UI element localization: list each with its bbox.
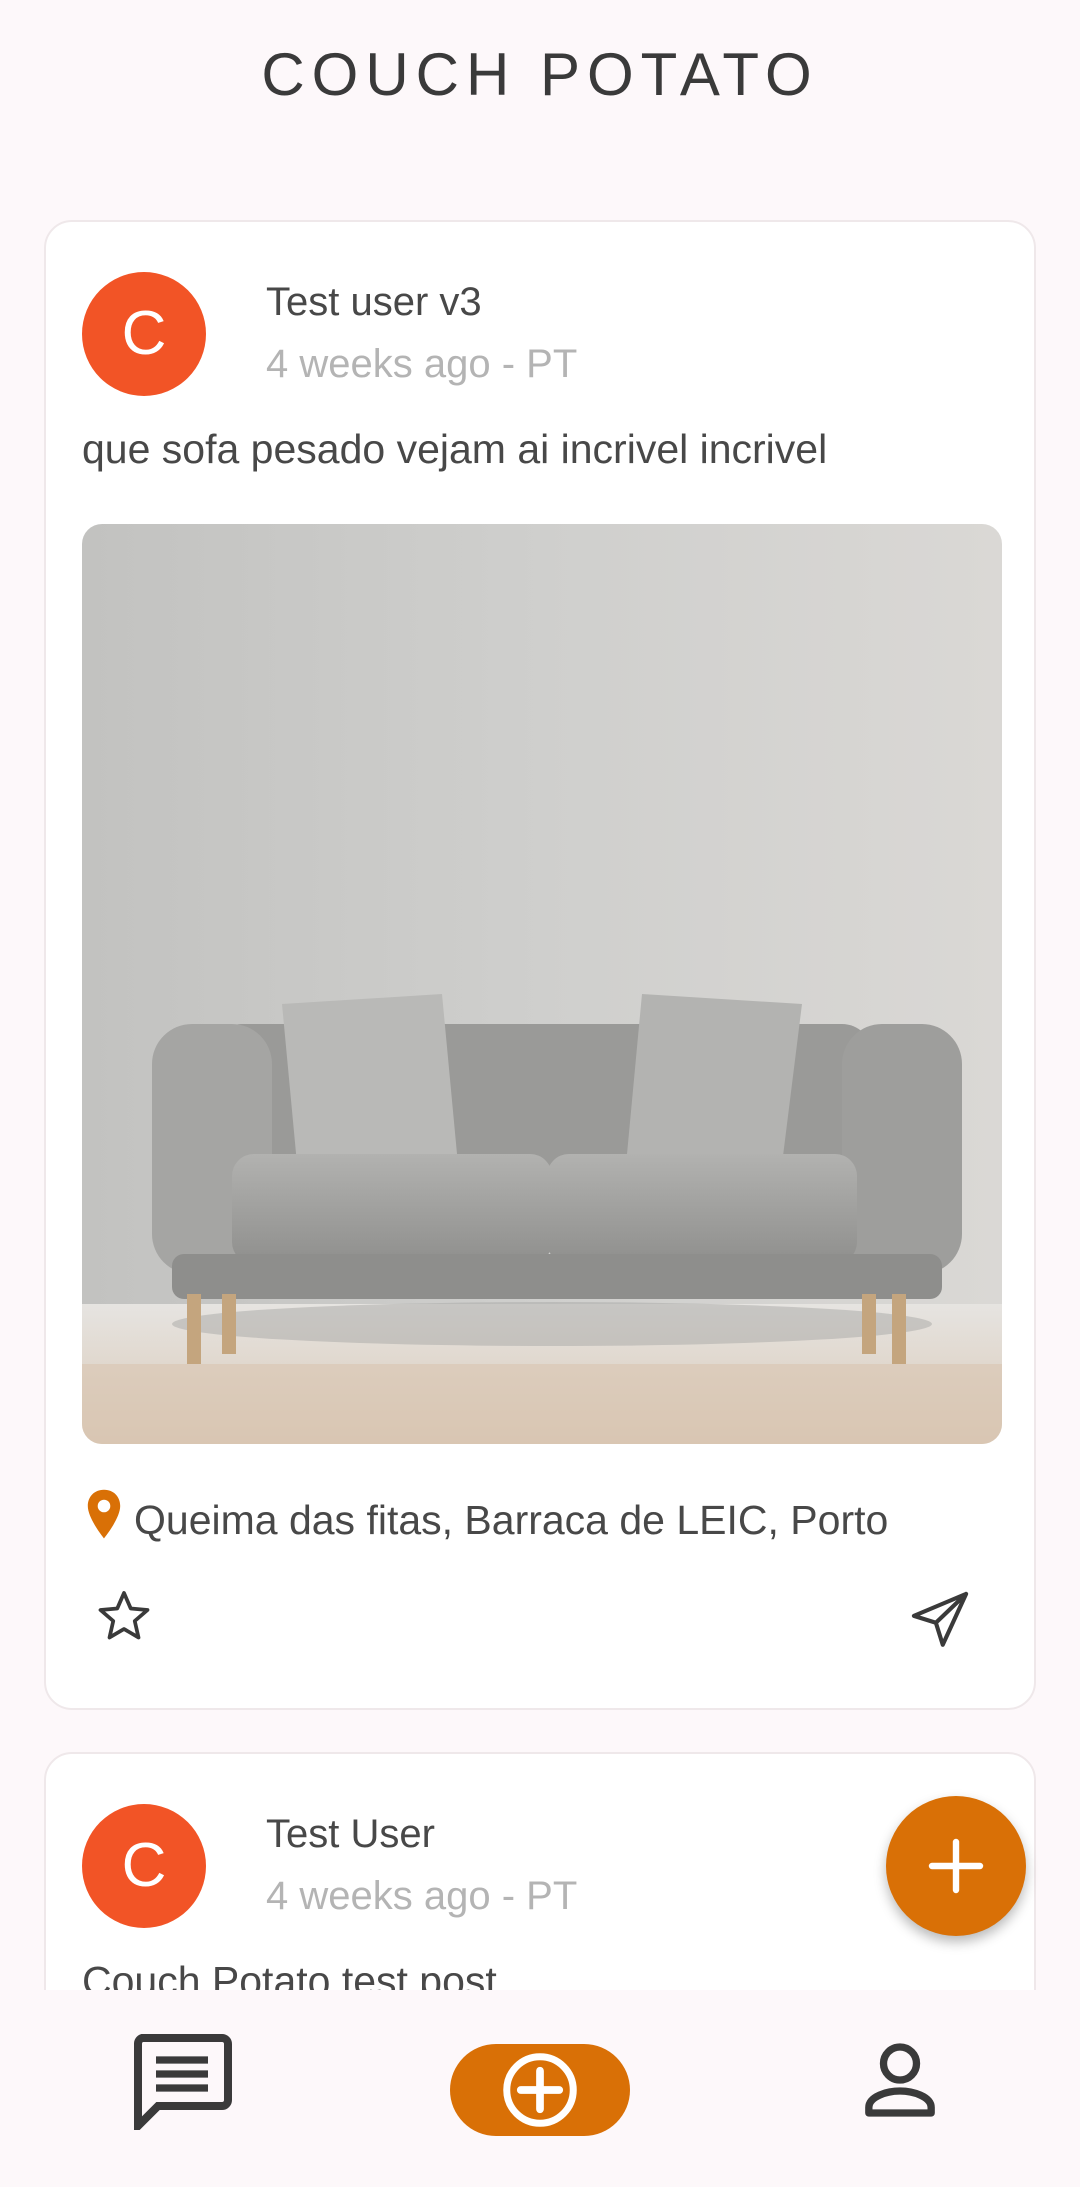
- post-meta: 4 weeks ago - PT: [266, 1874, 578, 1918]
- post-image[interactable]: [82, 524, 1002, 1444]
- bottom-navigation: [0, 1990, 1080, 2187]
- send-icon: [911, 1591, 969, 1647]
- post-meta: 4 weeks ago - PT: [266, 342, 578, 386]
- person-icon: [865, 2043, 935, 2117]
- post-location[interactable]: Queima das fitas, Barraca de LEIC, Porto: [82, 1488, 889, 1552]
- feed[interactable]: COUCH POTATO C Test user v3 4 weeks ago …: [0, 0, 1080, 1990]
- location-label: Queima das fitas, Barraca de LEIC, Porto: [134, 1496, 889, 1543]
- avatar[interactable]: C: [82, 1804, 206, 1928]
- app-title: COUCH POTATO: [261, 41, 819, 108]
- plus-icon: [928, 1838, 984, 1894]
- star-outline-icon: [98, 1591, 150, 1640]
- share-button[interactable]: [902, 1582, 978, 1658]
- nav-chat-button[interactable]: [130, 2030, 234, 2136]
- post-username[interactable]: Test user v3: [266, 280, 482, 325]
- location-pin-icon: [82, 1488, 126, 1552]
- avatar[interactable]: C: [82, 272, 206, 396]
- sofa-photo: [82, 524, 1002, 1444]
- nav-profile-button[interactable]: [856, 2036, 944, 2124]
- add-post-fab[interactable]: [886, 1796, 1026, 1936]
- post-card[interactable]: C Test user v3 4 weeks ago - PT que sofa…: [44, 220, 1036, 1710]
- add-circle-icon: [503, 2053, 577, 2127]
- post-text: Couch Potato test post: [82, 1958, 497, 1990]
- favorite-button[interactable]: [90, 1582, 158, 1650]
- chat-icon: [134, 2034, 232, 2136]
- nav-add-button[interactable]: [450, 2044, 630, 2136]
- post-username[interactable]: Test User: [266, 1812, 435, 1857]
- post-text: que sofa pesado vejam ai incrivel incriv…: [82, 426, 828, 472]
